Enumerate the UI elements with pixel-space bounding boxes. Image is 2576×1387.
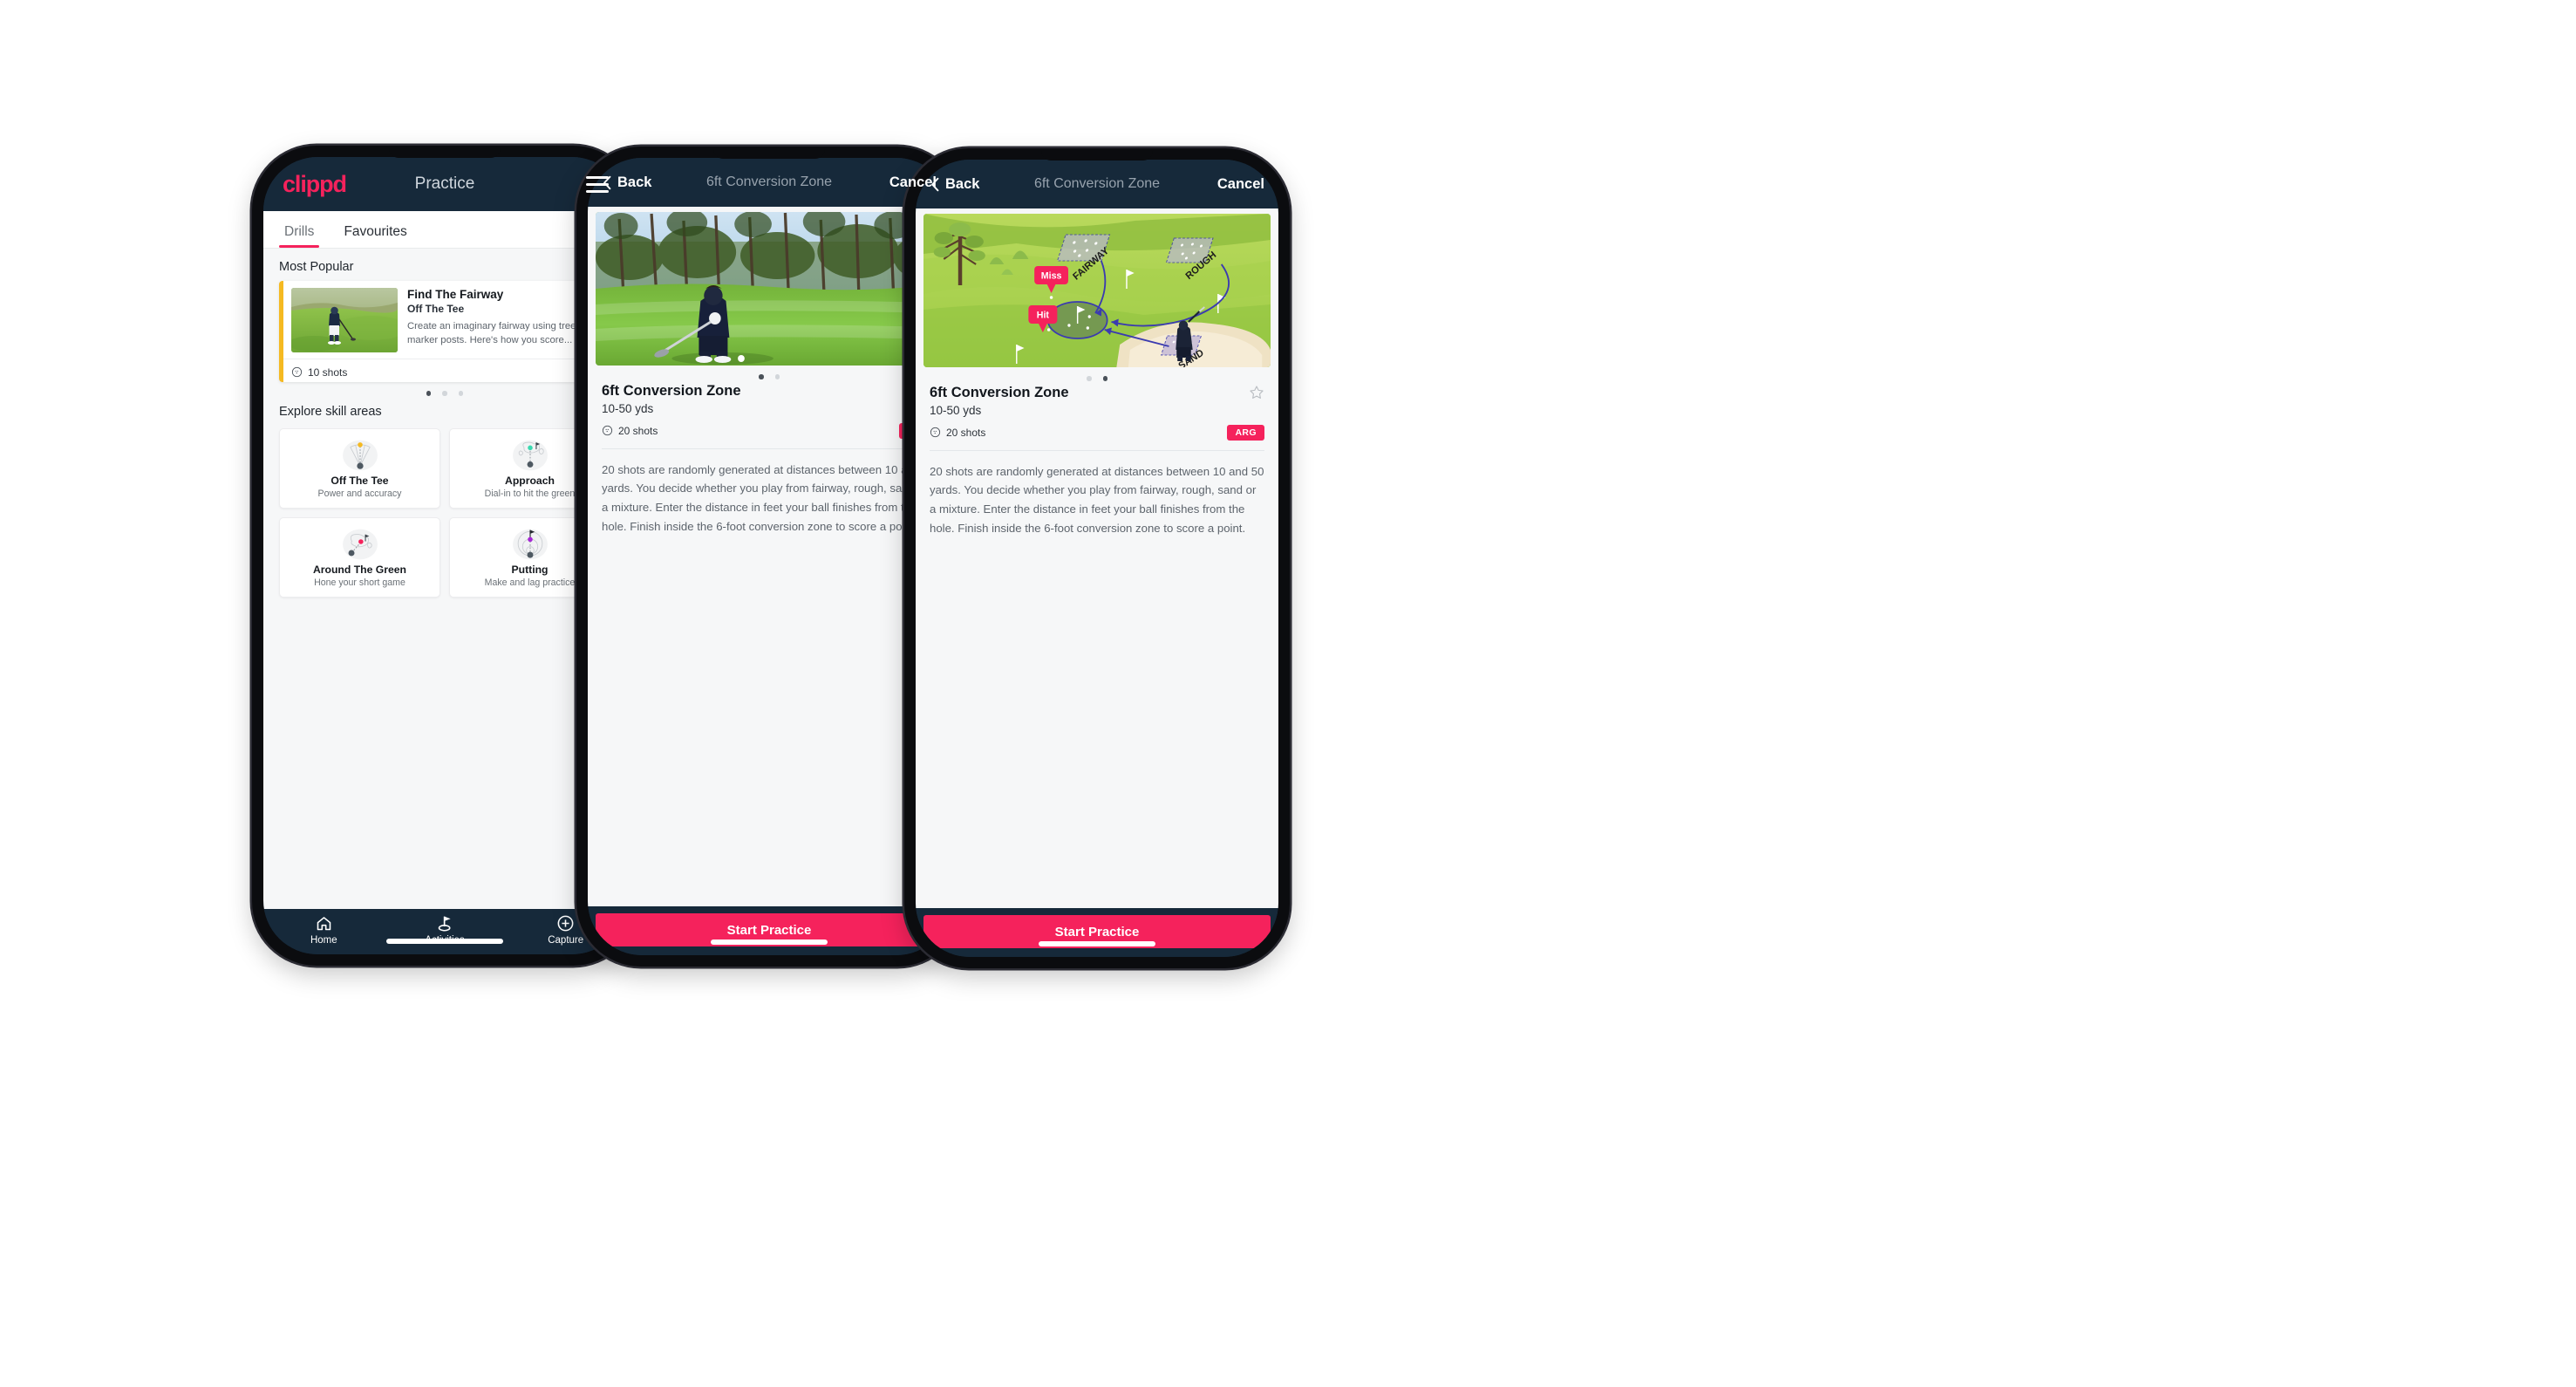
skill-subtitle: Dial-in to hit the green [484, 489, 576, 499]
drill-shots-count: 20 shots [618, 424, 658, 437]
app-bar: clippd Practice [263, 157, 626, 211]
skill-areas-grid: Off The Tee Power and accuracy Approach … [263, 426, 626, 598]
most-popular-heading: Most Popular [279, 260, 354, 274]
detail-header: 6ft Conversion Zone 10-50 yds 20 shots [916, 383, 1278, 441]
clippd-logo: clippd [283, 170, 347, 197]
tee-fan-icon [342, 440, 378, 471]
drill-subtitle: Off The Tee [407, 302, 465, 315]
carousel-dot[interactable] [774, 374, 780, 379]
drill-shots-row: 20 shots ARG [930, 424, 1264, 441]
skill-card-off-the-tee[interactable]: Off The Tee Power and accuracy [279, 427, 440, 509]
drill-media-diagram[interactable]: Miss Hit FAIRWAY ROUGH SAND [923, 214, 1271, 367]
drill-title: Find The Fairway [407, 288, 504, 301]
skill-title: Approach [505, 475, 555, 487]
carousel-dot[interactable] [1102, 376, 1107, 381]
detail-app-bar: Back 6ft Conversion Zone Cancel [916, 160, 1278, 208]
svg-text:Miss: Miss [1041, 270, 1062, 281]
nav-label: Capture [548, 935, 584, 946]
carousel-dot[interactable] [426, 391, 432, 396]
detail-app-bar: Back 6ft Conversion Zone Cancel [588, 158, 951, 207]
drill-description: 20 shots are randomly generated at dista… [602, 462, 937, 534]
star-outline-icon[interactable] [1249, 385, 1264, 400]
drill-title: 6ft Conversion Zone [930, 384, 1069, 400]
detail-header: 6ft Conversion Zone 10-50 yds 20 shots [588, 381, 951, 439]
cta-container: Start Practice [916, 908, 1278, 957]
back-label: Back [945, 175, 980, 192]
drill-distance: 10-50 yds [602, 401, 654, 415]
practice-content: Most Popular Find The Fairway Off The Te… [263, 249, 626, 909]
carousel-dots [263, 382, 626, 400]
skill-subtitle: Make and lag practice [484, 577, 576, 588]
explore-skill-areas-heading: Explore skill areas [279, 404, 382, 419]
plus-circle-icon [557, 915, 574, 932]
golf-ball-icon [930, 427, 941, 438]
skill-card-around-the-green[interactable]: Around The Green Hone your short game [279, 516, 440, 598]
skill-subtitle: Power and accuracy [317, 489, 402, 499]
detail-content: 6ft Conversion Zone 10-50 yds 20 shots 2… [588, 207, 951, 906]
skill-title: Around The Green [313, 564, 406, 576]
cancel-button[interactable]: Cancel [1217, 176, 1264, 193]
home-indicator [1039, 941, 1155, 946]
home-icon [317, 917, 331, 931]
chevron-left-icon [931, 177, 939, 191]
carousel-dot[interactable] [442, 391, 447, 396]
svg-text:Hit: Hit [1037, 310, 1050, 320]
screenshot-canvas: clippd Practice Drills Favourites Most P… [0, 0, 2576, 1387]
back-button[interactable]: Back [930, 176, 979, 193]
drill-distance: 10-50 yds [930, 403, 982, 417]
back-label: Back [617, 174, 652, 190]
cta-container: Start Practice [588, 906, 951, 955]
tab-drills[interactable]: Drills [279, 224, 320, 248]
drill-shots-count: 10 shots [308, 366, 348, 379]
drill-skill-badge: ARG [1227, 424, 1264, 441]
drill-shots-count: 20 shots [946, 426, 986, 439]
nav-label: Home [310, 935, 337, 946]
tab-bar: Drills Favourites [263, 211, 626, 249]
carousel-dot[interactable] [759, 374, 764, 379]
carousel-dot[interactable] [1087, 376, 1092, 381]
green-approach-icon [512, 440, 548, 471]
phone-notch [713, 147, 825, 159]
phone-notch [1041, 149, 1153, 161]
nav-item-home[interactable]: Home [263, 914, 385, 946]
detail-carousel-dots [916, 367, 1278, 383]
back-button[interactable]: Back [602, 174, 651, 191]
golf-flag-icon [438, 916, 451, 932]
drill-card[interactable]: Find The Fairway Off The Tee Create an i… [279, 281, 626, 382]
putting-rings-icon [512, 529, 548, 560]
skill-subtitle: Hone your short game [314, 577, 405, 588]
drill-description: 20 shots are randomly generated at dista… [930, 464, 1264, 536]
chip-around-green-icon [342, 529, 378, 560]
detail-carousel-dots [588, 366, 951, 381]
skill-title: Putting [511, 564, 549, 576]
tab-favourites[interactable]: Favourites [338, 224, 412, 248]
home-indicator [386, 939, 503, 944]
detail-content: Miss Hit FAIRWAY ROUGH SAND 6ft Conversi… [916, 208, 1278, 908]
chevron-left-icon [603, 175, 611, 189]
home-indicator [711, 939, 828, 945]
phone-drill-detail-diagram: Back 6ft Conversion Zone Cancel Miss Hit… [904, 148, 1290, 968]
skill-title: Off The Tee [331, 475, 389, 487]
drill-shots-row: 20 shots ARG [602, 422, 937, 439]
drill-title: 6ft Conversion Zone [602, 382, 741, 399]
phone-notch [389, 147, 501, 158]
drill-thumbnail [291, 288, 398, 352]
drill-carousel[interactable]: Find The Fairway Off The Tee Create an i… [263, 281, 626, 382]
golf-ball-icon [291, 366, 303, 378]
drill-media-photo[interactable] [596, 212, 943, 366]
drill-description: Create an imaginary fairway using trees … [407, 320, 593, 345]
carousel-dot[interactable] [458, 391, 464, 396]
bottom-navigation: Home Activities Captur [263, 909, 626, 954]
golf-ball-icon [602, 425, 613, 436]
